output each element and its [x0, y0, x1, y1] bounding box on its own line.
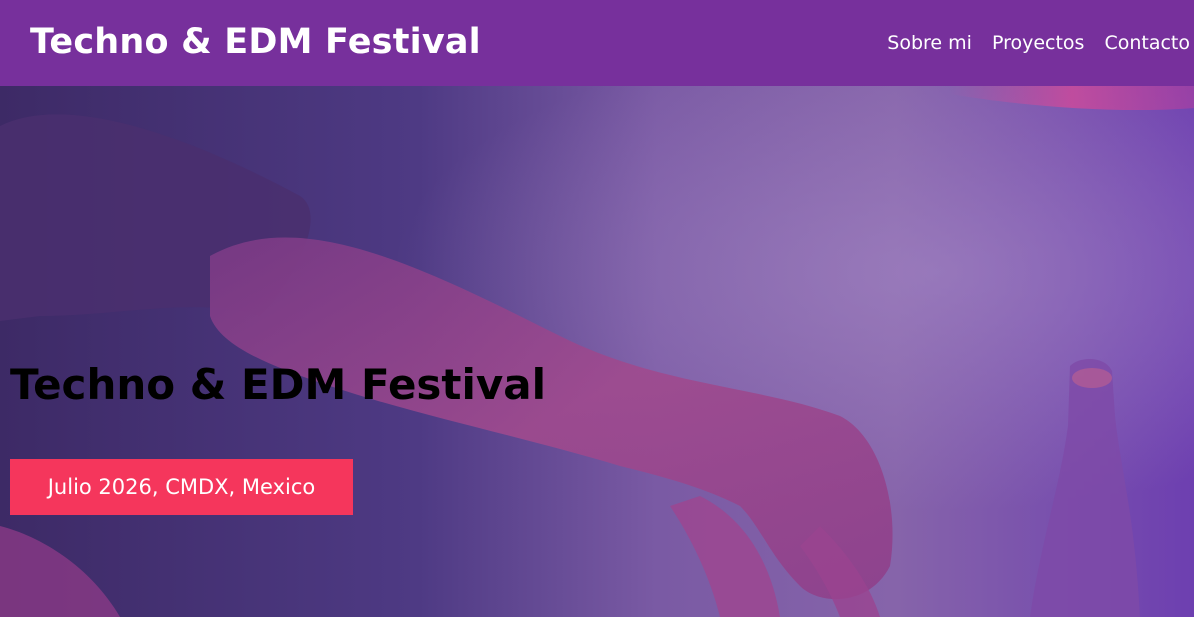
event-date-badge: Julio 2026, CMDX, Mexico — [10, 459, 353, 515]
main-nav: Sobre mi Proyectos Contacto — [887, 30, 1190, 56]
page: Techno & EDM Festival Sobre mi Proyectos… — [0, 0, 1194, 617]
site-header: Techno & EDM Festival Sobre mi Proyectos… — [0, 0, 1194, 86]
hero-section: Techno & EDM Festival Julio 2026, CMDX, … — [0, 86, 1194, 617]
hero-background-image — [0, 86, 1194, 617]
hero-title: Techno & EDM Festival — [10, 360, 547, 409]
site-logo-title[interactable]: Techno & EDM Festival — [30, 20, 481, 64]
nav-link-sobre-mi[interactable]: Sobre mi — [887, 30, 972, 56]
nav-link-contacto[interactable]: Contacto — [1104, 30, 1190, 56]
nav-link-proyectos[interactable]: Proyectos — [992, 30, 1085, 56]
